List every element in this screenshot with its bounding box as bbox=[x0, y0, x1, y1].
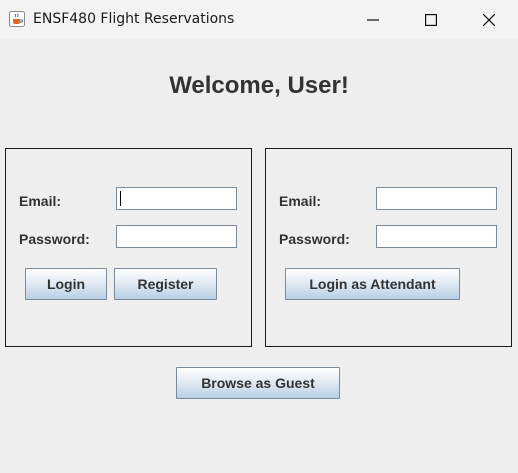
email-field[interactable] bbox=[116, 187, 237, 210]
login-as-attendant-button[interactable]: Login as Attendant bbox=[285, 268, 460, 300]
attendant-email-label: Email: bbox=[279, 193, 322, 209]
maximize-button[interactable] bbox=[402, 0, 460, 39]
minimize-icon bbox=[367, 18, 379, 21]
window-title: ENSF480 Flight Reservations bbox=[33, 11, 235, 27]
attendant-password-label: Password: bbox=[279, 231, 350, 247]
attendant-password-field[interactable] bbox=[376, 225, 497, 248]
password-label: Password: bbox=[19, 231, 90, 247]
java-cup-icon bbox=[9, 11, 25, 27]
attendant-login-panel: Email: Password: Login as Attendant bbox=[265, 148, 512, 347]
close-button[interactable] bbox=[460, 0, 518, 39]
maximize-icon bbox=[425, 13, 437, 26]
close-icon bbox=[483, 13, 495, 26]
user-login-panel: Email: Password: Login Register bbox=[5, 148, 252, 347]
text-caret bbox=[120, 191, 121, 206]
login-button[interactable]: Login bbox=[25, 268, 107, 300]
register-button[interactable]: Register bbox=[114, 268, 217, 300]
browse-as-guest-button[interactable]: Browse as Guest bbox=[176, 367, 340, 399]
email-label: Email: bbox=[19, 193, 62, 209]
minimize-button[interactable] bbox=[344, 0, 402, 39]
password-field[interactable] bbox=[116, 225, 237, 248]
welcome-heading: Welcome, User! bbox=[169, 72, 349, 99]
attendant-email-field[interactable] bbox=[376, 187, 497, 210]
title-bar[interactable]: ENSF480 Flight Reservations bbox=[0, 0, 518, 39]
